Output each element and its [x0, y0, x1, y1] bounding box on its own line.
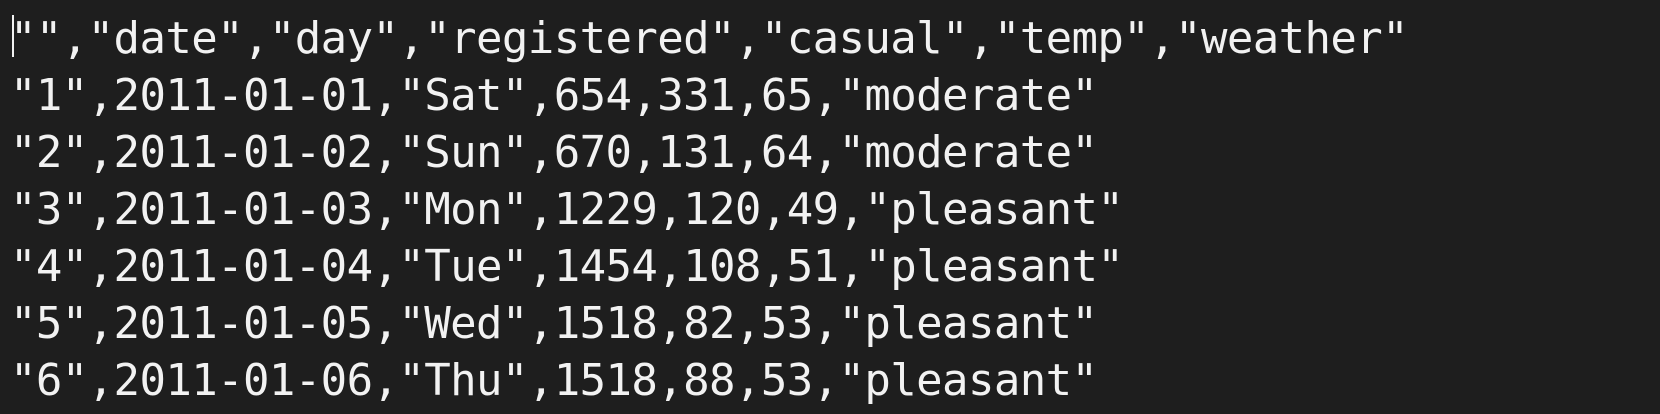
csv-header-line[interactable]: "","date","day","registered","casual","t…: [10, 10, 1650, 67]
csv-row-2[interactable]: "2",2011-01-02,"Sun",670,131,64,"moderat…: [10, 124, 1650, 181]
text-editor-window[interactable]: "","date","day","registered","casual","t…: [0, 0, 1660, 414]
editor-text-area[interactable]: "","date","day","registered","casual","t…: [10, 10, 1650, 409]
csv-row-3[interactable]: "3",2011-01-03,"Mon",1229,120,49,"pleasa…: [10, 181, 1650, 238]
csv-row-6[interactable]: "6",2011-01-06,"Thu",1518,88,53,"pleasan…: [10, 352, 1650, 409]
csv-row-5[interactable]: "5",2011-01-05,"Wed",1518,82,53,"pleasan…: [10, 295, 1650, 352]
csv-row-1[interactable]: "1",2011-01-01,"Sat",654,331,65,"moderat…: [10, 67, 1650, 124]
csv-row-4[interactable]: "4",2011-01-04,"Tue",1454,108,51,"pleasa…: [10, 238, 1650, 295]
